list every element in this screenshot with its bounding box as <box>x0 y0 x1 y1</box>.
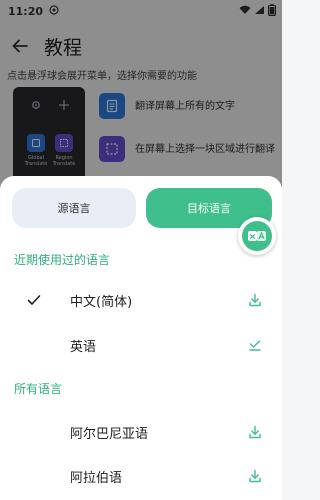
downloaded-icon <box>245 335 265 355</box>
floating-ball-button[interactable] <box>238 217 276 255</box>
check-icon <box>27 291 41 310</box>
language-sheet: 源语言 目标语言 近期使用过的语言 中文(简体) 英语 所有语言 阿尔巴尼亚语 <box>0 176 282 500</box>
download-icon[interactable] <box>245 422 265 442</box>
download-icon[interactable] <box>245 466 265 486</box>
all-languages-header: 所有语言 <box>14 382 63 396</box>
list-item[interactable]: 英语 <box>0 325 282 365</box>
language-name: 阿尔巴尼亚语 <box>70 426 149 442</box>
download-icon[interactable] <box>245 290 265 310</box>
translate-icon <box>242 221 272 251</box>
language-name: 阿拉伯语 <box>70 470 123 486</box>
language-name: 中文(简体) <box>70 294 133 310</box>
list-item[interactable]: 阿尔巴尼亚语 <box>0 412 282 452</box>
list-item[interactable]: 阿拉伯语 <box>0 456 282 496</box>
language-name: 英语 <box>70 339 97 355</box>
recent-languages-header: 近期使用过的语言 <box>14 253 111 267</box>
list-item[interactable]: 中文(简体) <box>0 280 282 320</box>
tab-source-language[interactable]: 源语言 <box>12 188 136 228</box>
